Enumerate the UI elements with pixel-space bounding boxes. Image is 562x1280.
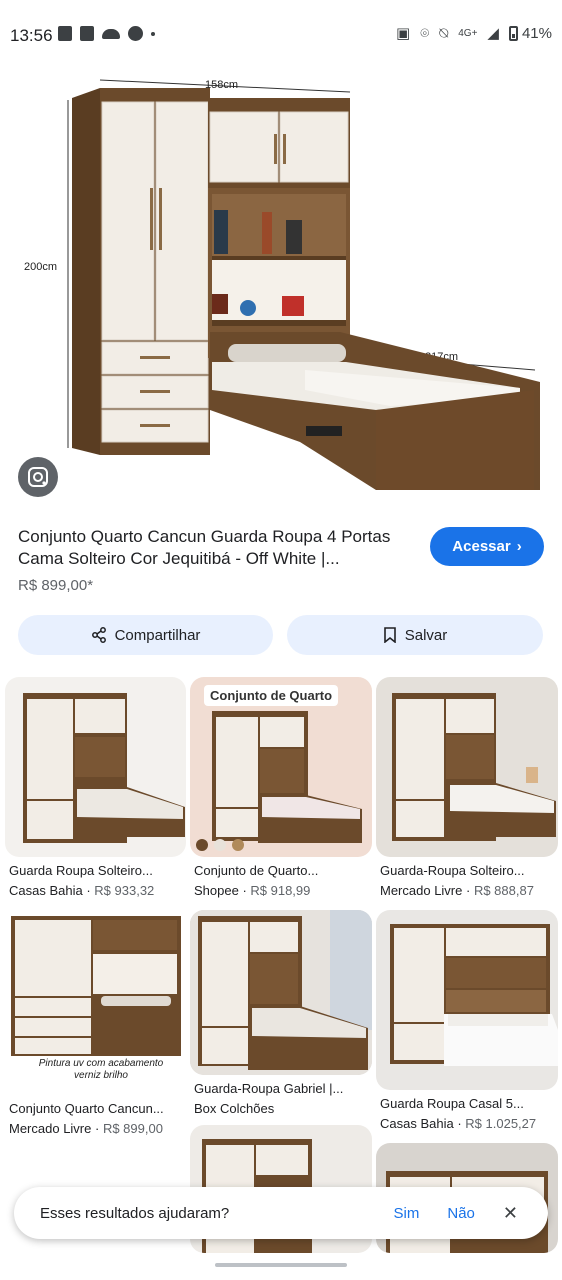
status-time: 13:56: [10, 26, 53, 45]
notification-icon: [80, 26, 94, 41]
chevron-right-icon: ›: [516, 538, 522, 555]
google-lens-button[interactable]: [18, 457, 58, 497]
signal-icon: ◢: [487, 25, 499, 42]
result-thumbnail: Pintura uv com acabamento verniz brilho: [5, 910, 186, 1095]
thumbnail-overlay-text: Pintura uv com acabamento verniz brilho: [38, 1058, 164, 1081]
save-label: Salvar: [404, 626, 448, 644]
result-card[interactable]: Conjunto de Quarto Conjunto de Quarto...…: [190, 677, 372, 898]
bookmark-icon: [383, 627, 396, 643]
home-indicator[interactable]: [215, 1263, 347, 1267]
product-title-line: Cama Solteiro Cor Jequitibá - Off White …: [18, 549, 340, 568]
nfc-icon: ▣: [396, 25, 411, 42]
cloud-icon: [102, 28, 120, 39]
result-thumbnail: [5, 677, 186, 857]
result-card[interactable]: Guarda Roupa Casal 5... Casas Bahia · R$…: [376, 910, 558, 1131]
system-icons: ▣ ⌾ ⍉ 4G+ ◢ 41%: [396, 25, 552, 42]
network-type: 4G+: [458, 28, 478, 39]
result-thumbnail: [376, 677, 558, 857]
share-button[interactable]: Compartilhar: [18, 615, 273, 655]
feedback-yes-button[interactable]: Sim: [394, 1205, 420, 1222]
result-card[interactable]: Guarda-Roupa Solteiro... Mercado Livre ·…: [376, 677, 558, 898]
result-title: Conjunto de Quarto...: [194, 863, 319, 878]
location-icon: ⌾: [420, 25, 430, 42]
close-icon[interactable]: ✕: [503, 1203, 518, 1224]
visit-button-label: Acessar: [452, 538, 511, 555]
result-thumbnail: [190, 910, 372, 1075]
result-thumbnail: [376, 910, 558, 1090]
status-bar: 13:56 ▣ ⌾ ⍉ 4G+ ◢ 41%: [0, 0, 562, 70]
result-title: Guarda Roupa Casal 5...: [380, 1096, 524, 1111]
furniture-illustration: 158cm 200cm 217cm: [24, 79, 540, 490]
circle-icon: [128, 26, 143, 41]
result-title: Conjunto Quarto Cancun...: [9, 1101, 164, 1116]
result-source: Casas Bahia · R$ 1.025,27: [380, 1116, 537, 1131]
feedback-question: Esses resultados ajudaram?: [40, 1204, 230, 1222]
result-thumbnail: Conjunto de Quarto: [190, 677, 372, 857]
battery-icon: [508, 26, 518, 41]
notification-icons: [58, 26, 155, 41]
feedback-bar: Esses resultados ajudaram? Sim Não ✕: [14, 1187, 548, 1239]
lens-icon: [28, 467, 48, 487]
battery-level: 41%: [521, 25, 552, 42]
feedback-no-button[interactable]: Não: [447, 1205, 475, 1222]
result-title: Guarda Roupa Solteiro...: [9, 863, 153, 878]
result-card[interactable]: Pintura uv com acabamento verniz brilho …: [5, 910, 186, 1136]
result-source: Mercado Livre · R$ 899,00: [9, 1121, 163, 1136]
result-title: Guarda-Roupa Solteiro...: [380, 863, 525, 878]
result-card[interactable]: Guarda Roupa Solteiro... Casas Bahia · R…: [5, 677, 186, 898]
result-source: Mercado Livre · R$ 888,87: [380, 883, 534, 898]
result-source: Shopee · R$ 918,99: [194, 883, 311, 898]
share-icon: [91, 627, 106, 643]
product-image[interactable]: 158cm 200cm 217cm: [0, 70, 562, 510]
visit-button[interactable]: Acessar ›: [430, 527, 544, 566]
result-source: Casas Bahia · R$ 933,32: [9, 883, 155, 898]
notification-icon: [58, 26, 72, 41]
result-source: Box Colchões: [194, 1101, 275, 1116]
product-title-line: Conjunto Quarto Cancun Guarda Roupa 4 Po…: [18, 527, 391, 546]
save-button[interactable]: Salvar: [287, 615, 543, 655]
dimension-height: 200cm: [24, 261, 57, 273]
result-title: Guarda-Roupa Gabriel |...: [194, 1081, 344, 1096]
product-price: R$ 899,00*: [18, 577, 94, 594]
result-card[interactable]: Guarda-Roupa Gabriel |... Box Colchões: [190, 910, 372, 1116]
share-label: Compartilhar: [114, 626, 201, 644]
thumbnail-overlay-text: Conjunto de Quarto: [204, 685, 339, 706]
more-dot-icon: [151, 31, 155, 36]
mute-icon: ⍉: [439, 25, 449, 42]
product-title[interactable]: Conjunto Quarto Cancun Guarda Roupa 4 Po…: [18, 526, 418, 570]
